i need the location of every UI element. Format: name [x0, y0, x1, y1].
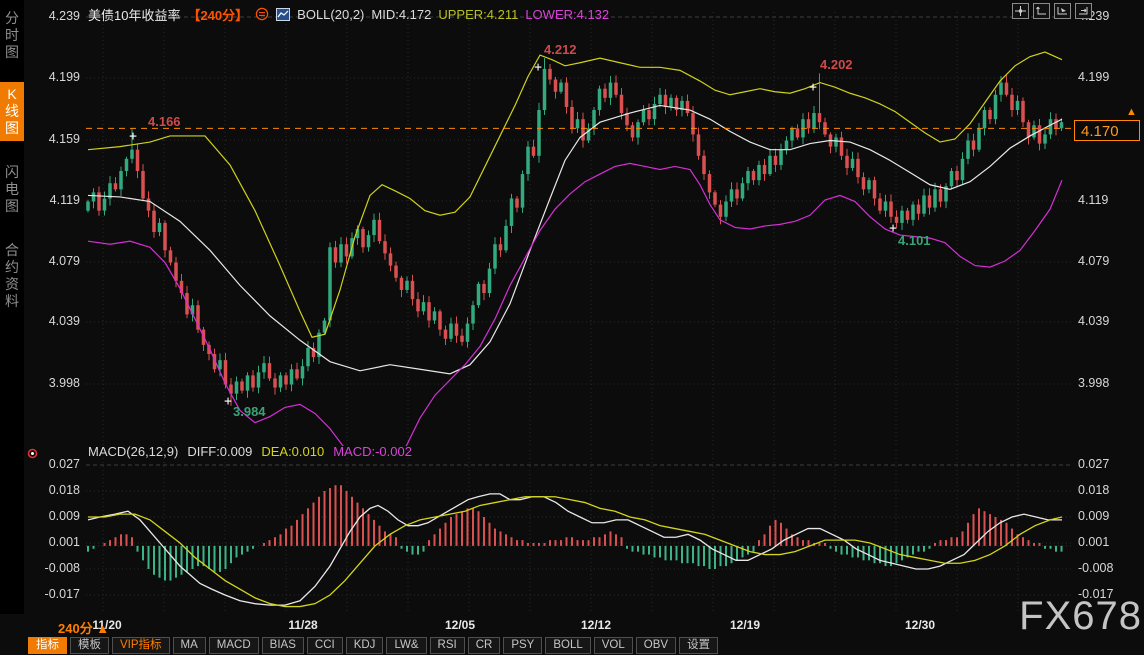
- svg-text:+: +: [889, 221, 897, 236]
- sidebar-tab-3[interactable]: 闪 电 图: [0, 160, 24, 219]
- sidebar-tab-1[interactable]: 分 时 图: [0, 6, 24, 65]
- macd-dea-value: DEA:0.010: [261, 444, 324, 459]
- scale-cursor-icon[interactable]: [1054, 3, 1071, 19]
- toolbar-button-RSI[interactable]: RSI: [430, 637, 465, 654]
- toolbar-button-BIAS[interactable]: BIAS: [262, 637, 304, 654]
- macd-axis-label-r: 0.001: [1078, 535, 1138, 549]
- macd-axis-label-r: 0.027: [1078, 457, 1138, 471]
- price-axis-label-r: 4.199: [1078, 70, 1138, 84]
- price-axis-label-r: 3.998: [1078, 376, 1138, 390]
- price-axis-label-l: 4.199: [28, 70, 80, 84]
- price-axis-label-l: 4.079: [28, 254, 80, 268]
- svg-text:+: +: [129, 129, 137, 144]
- toolbar-button-PSY[interactable]: PSY: [503, 637, 542, 654]
- svg-text:+: +: [224, 394, 232, 409]
- scale-right-axis-icon[interactable]: [1075, 3, 1092, 19]
- toolbar-button-设置[interactable]: 设置: [679, 637, 718, 654]
- chart-type-sidebar: 分 时 图 K 线 图闪 电 图合 约 资 料: [0, 0, 24, 614]
- candlestick-macd-chart-canvas[interactable]: + + + + +: [0, 0, 1144, 655]
- toolbar-button-模板[interactable]: 模板: [70, 637, 109, 654]
- macd-params-diff: MACD(26,12,9): [88, 444, 178, 459]
- sidebar-tab-2[interactable]: K 线 图: [0, 82, 24, 141]
- toolbar-button-VIP指标[interactable]: VIP指标: [112, 637, 170, 654]
- macd-axis-label-r: 0.018: [1078, 483, 1138, 497]
- toolbar-button-BOLL[interactable]: BOLL: [545, 637, 590, 654]
- date-label-12/30: 12/30: [890, 618, 950, 632]
- period-badge: 【240分】: [187, 5, 248, 24]
- macd-hist-value: MACD:-0.002: [333, 444, 412, 459]
- scale-left-axis-icon[interactable]: [1033, 3, 1050, 19]
- sidebar-tab-4[interactable]: 合 约 资 料: [0, 238, 24, 314]
- macd-axis-label-l: 0.001: [28, 535, 80, 549]
- date-label-12/19: 12/19: [715, 618, 775, 632]
- date-label-11/28: 11/28: [273, 618, 333, 632]
- toolbar-button-VOL[interactable]: VOL: [594, 637, 633, 654]
- latest-price-marker-icon: ▲: [1126, 106, 1137, 118]
- date-label-12/12: 12/12: [566, 618, 626, 632]
- indicator-dot-icon[interactable]: [27, 446, 38, 457]
- price-annotation-4.202: 4.202: [820, 57, 853, 72]
- price-axis-label-l: 3.998: [28, 376, 80, 390]
- toolbar-button-CR[interactable]: CR: [468, 637, 501, 654]
- price-annotation-4.166: 4.166: [148, 114, 181, 129]
- price-annotation-4.101: 4.101: [898, 233, 931, 248]
- instrument-title: 美债10年收益率: [88, 5, 180, 24]
- price-annotation-4.212: 4.212: [544, 42, 577, 57]
- price-axis-label-l: 4.159: [28, 132, 80, 146]
- price-axis-label-r: 4.079: [1078, 254, 1138, 268]
- period-selector[interactable]: 240分 ▲: [58, 618, 109, 637]
- fx678-watermark: FX678: [1019, 594, 1142, 639]
- svg-text:+: +: [809, 80, 817, 95]
- price-axis-label-l: 4.239: [28, 9, 80, 23]
- date-label-12/05: 12/05: [430, 618, 490, 632]
- boll-upper-value: UPPER:4.211: [438, 7, 518, 22]
- mini-chart-icon: [276, 8, 290, 21]
- macd-axis-label-l: 0.009: [28, 509, 80, 523]
- macd-header: MACD(26,12,9) DIFF:0.009 DEA:0.010 MACD:…: [88, 444, 412, 459]
- macd-axis-label-r: -0.008: [1078, 561, 1138, 575]
- chart-scale-toolbar: [1012, 3, 1092, 19]
- latest-price-tag: 4.170: [1074, 120, 1140, 141]
- macd-axis-label-r: 0.009: [1078, 509, 1138, 523]
- pan-crosshair-icon[interactable]: [1012, 3, 1029, 19]
- chart-header: 美债10年收益率 【240分】 BOLL(20,2) MID:4.172 UPP…: [88, 4, 609, 24]
- price-axis-label-l: 4.039: [28, 314, 80, 328]
- macd-axis-label-l: 0.027: [28, 457, 80, 471]
- boll-label: BOLL(20,2): [297, 7, 364, 22]
- toolbar-button-OBV[interactable]: OBV: [636, 637, 676, 654]
- toolbar-button-LW&[interactable]: LW&: [386, 637, 426, 654]
- toolbar-button-指标[interactable]: 指标: [28, 637, 67, 654]
- toolbar-button-KDJ[interactable]: KDJ: [346, 637, 384, 654]
- price-axis-label-r: 4.039: [1078, 314, 1138, 328]
- boll-lower-value: LOWER:4.132: [525, 7, 609, 22]
- macd-axis-label-l: 0.018: [28, 483, 80, 497]
- macd-diff-value: DIFF:0.009: [187, 444, 252, 459]
- macd-axis-label-l: -0.008: [28, 561, 80, 575]
- toolbar-button-CCI[interactable]: CCI: [307, 637, 343, 654]
- chart-application-window: + + + + + 分 时 图 K 线 图闪 电 图合 约 资 料 美债10年收益率 【2…: [0, 0, 1144, 655]
- circle-menu-icon[interactable]: [255, 7, 269, 21]
- price-axis-label-l: 4.119: [28, 193, 80, 207]
- indicator-toolbar: 指标模板VIP指标MAMACDBIASCCIKDJLW&RSICRPSYBOLL…: [28, 637, 718, 654]
- boll-mid-value: MID:4.172: [371, 7, 431, 22]
- macd-axis-label-l: -0.017: [28, 587, 80, 601]
- svg-text:+: +: [534, 60, 542, 75]
- price-annotation-3.984: 3.984: [233, 404, 266, 419]
- toolbar-button-MACD[interactable]: MACD: [209, 637, 259, 654]
- price-axis-label-r: 4.119: [1078, 193, 1138, 207]
- toolbar-button-MA[interactable]: MA: [173, 637, 206, 654]
